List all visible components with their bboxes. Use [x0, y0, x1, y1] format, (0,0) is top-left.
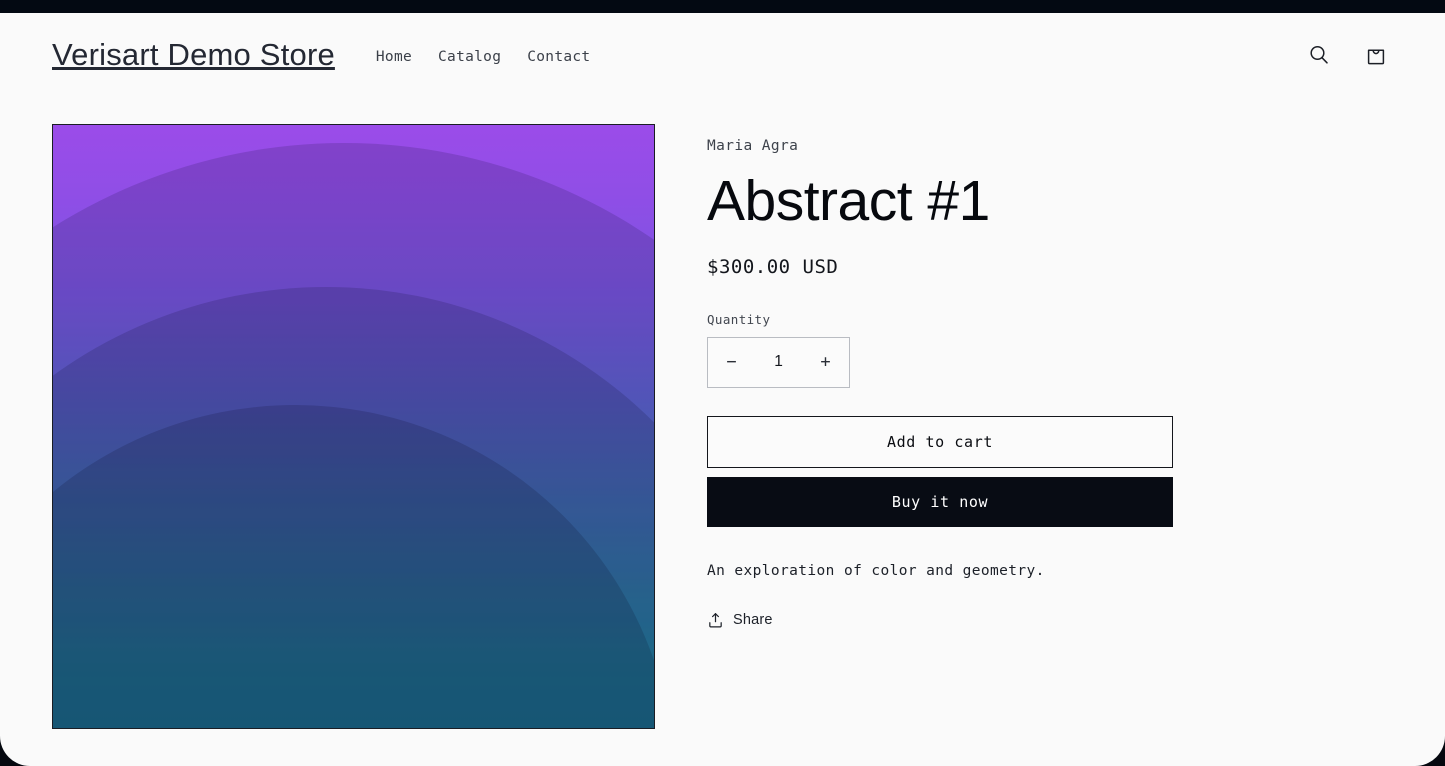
product-price: $300.00 USD — [707, 255, 839, 278]
add-to-cart-button[interactable]: Add to cart — [707, 415, 1173, 468]
buy-it-now-button[interactable]: Buy it now — [707, 476, 1173, 527]
quantity-increase-button[interactable]: + — [802, 338, 849, 387]
product-image[interactable] — [52, 124, 655, 729]
nav-link-catalog[interactable]: Catalog — [438, 49, 501, 65]
quantity-decrease-button[interactable]: − — [708, 338, 755, 387]
product-title: Abstract #1 — [707, 169, 990, 233]
product-description: An exploration of color and geometry. — [707, 562, 1045, 579]
main-navigation: Home Catalog Contact — [376, 46, 591, 65]
top-announcement-bar — [0, 0, 1445, 13]
product-section: Maria Agra Abstract #1 $300.00 USD Quant… — [0, 124, 1445, 729]
nav-link-contact[interactable]: Contact — [527, 49, 590, 65]
header-actions — [1302, 38, 1393, 72]
nav-link-home[interactable]: Home — [376, 49, 412, 65]
product-media-column — [52, 124, 655, 729]
browser-viewport: Verisart Demo Store Home Catalog Contact — [0, 0, 1445, 766]
quantity-label: Quantity — [707, 311, 771, 327]
shopping-bag-icon — [1367, 49, 1385, 65]
search-button[interactable] — [1302, 38, 1336, 72]
cart-button[interactable] — [1359, 38, 1393, 72]
page-surface: Verisart Demo Store Home Catalog Contact — [0, 13, 1445, 766]
store-logo[interactable]: Verisart Demo Store — [52, 37, 335, 73]
search-icon — [1310, 45, 1328, 64]
product-vendor: Maria Agra — [707, 138, 799, 154]
share-button[interactable]: Share — [707, 612, 773, 629]
quantity-stepper: − + — [707, 336, 850, 388]
share-upload-icon — [709, 612, 722, 628]
share-label: Share — [733, 612, 773, 629]
quantity-input[interactable] — [755, 353, 802, 372]
product-info-column: Maria Agra Abstract #1 $300.00 USD Quant… — [707, 124, 1177, 634]
site-header: Verisart Demo Store Home Catalog Contact — [0, 13, 1445, 97]
